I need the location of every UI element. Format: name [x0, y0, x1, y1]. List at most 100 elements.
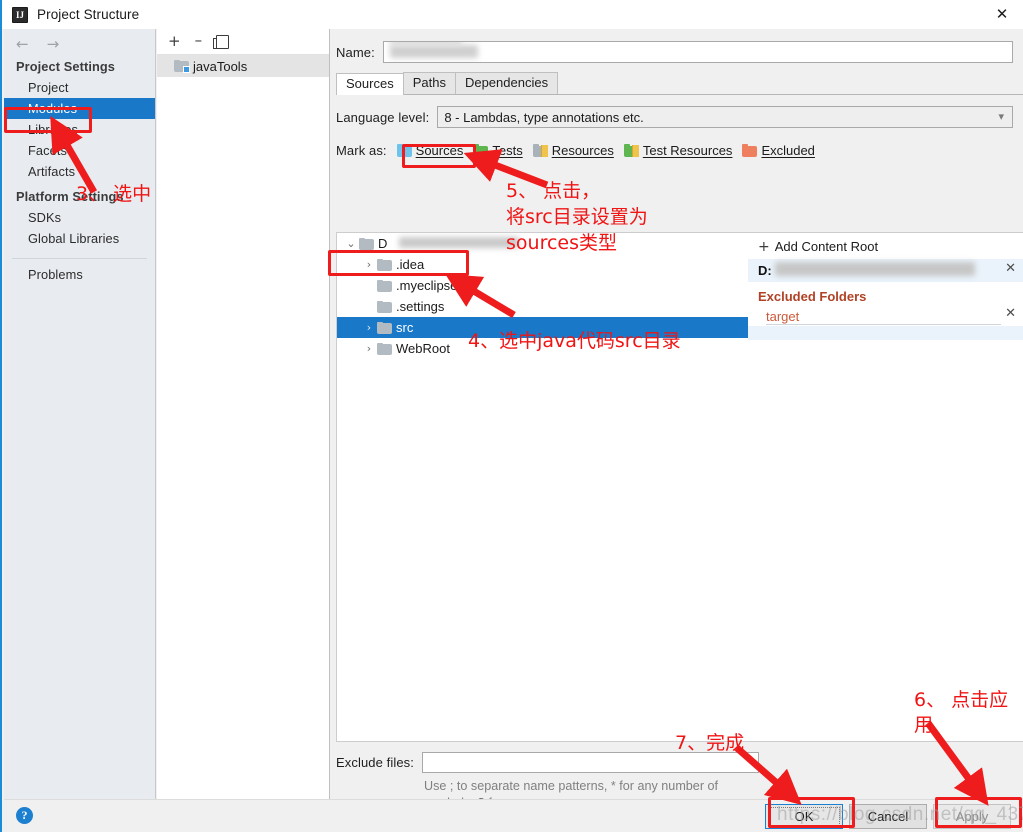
language-level-label: Language level:	[336, 109, 430, 125]
chevron-down-icon: ▾	[998, 110, 1004, 123]
sidebar-group-project-settings: Project Settings	[16, 59, 116, 74]
window-title: Project Structure	[37, 7, 140, 22]
remove-content-root-icon[interactable]: ✕	[1005, 262, 1016, 275]
tree-row-myeclipse[interactable]: .myeclipse	[337, 275, 748, 296]
tree-row-label: WebRoot	[396, 341, 450, 356]
intellij-idea-icon	[12, 6, 28, 23]
close-icon[interactable]: ✕	[979, 0, 1023, 29]
sidebar-item-sdks[interactable]: SDKs	[4, 207, 155, 228]
redacted-name-value	[389, 45, 478, 58]
tree-row-idea[interactable]: › .idea	[337, 254, 748, 275]
folder-icon	[377, 279, 392, 292]
mark-as-label: Mark as:	[336, 142, 387, 158]
content-roots-area: ⌄ D › .idea .myeclipse .settings › src ›…	[336, 232, 1023, 742]
expander-icon[interactable]: ›	[361, 342, 377, 355]
mark-as-resources-button[interactable]: Resources	[532, 142, 614, 158]
modules-toolbar: + –	[157, 29, 329, 55]
content-roots-list: + Add Content Root D: ✕ Excluded Folders…	[748, 233, 1023, 742]
exclude-files-label: Exclude files:	[336, 755, 414, 770]
module-name: javaTools	[193, 58, 248, 74]
sources-tab-body: Language level: 8 - Lambdas, type annota…	[336, 95, 1023, 810]
content-root-row[interactable]: D: ✕	[748, 259, 1023, 282]
sources-folder-icon	[396, 143, 412, 157]
folder-icon	[377, 321, 392, 334]
help-icon[interactable]: ?	[16, 807, 33, 824]
remove-module-icon[interactable]: –	[195, 33, 203, 48]
tree-row-label: src	[396, 320, 414, 335]
mark-as-test-resources-label: Test Resources	[642, 142, 733, 158]
copy-module-icon[interactable]	[213, 34, 230, 49]
sidebar-item-problems[interactable]: Problems	[4, 259, 155, 282]
module-folder-icon	[174, 60, 190, 73]
tree-row-label: D	[378, 236, 388, 251]
tests-folder-icon	[473, 143, 489, 157]
module-tabs: Sources Paths Dependencies	[336, 72, 1023, 95]
remove-excluded-folder-icon[interactable]: ✕	[1005, 307, 1016, 320]
mark-as-sources-button[interactable]: Sources	[396, 142, 464, 158]
expander-icon[interactable]: ›	[361, 258, 377, 271]
sidebar-nav: ← →	[4, 29, 155, 52]
resources-folder-icon	[532, 143, 548, 157]
source-folders-tree[interactable]: ⌄ D › .idea .myeclipse .settings › src ›…	[336, 233, 748, 742]
settings-sidebar: ← → Project Settings Project Modules Lib…	[4, 29, 156, 799]
language-level-row: Language level: 8 - Lambdas, type annota…	[336, 95, 1023, 128]
tree-row-settings[interactable]: .settings	[337, 296, 748, 317]
test-resources-folder-icon	[623, 143, 639, 157]
cancel-button[interactable]: Cancel	[849, 804, 927, 829]
mark-as-resources-label: Resources	[551, 142, 614, 158]
title-bar: Project Structure ✕	[2, 0, 1023, 29]
name-input[interactable]	[382, 41, 1013, 63]
tree-row-label: .settings	[396, 299, 445, 314]
language-level-value: 8 - Lambdas, type annotations etc.	[444, 109, 644, 125]
tab-dependencies[interactable]: Dependencies	[454, 72, 559, 94]
exclude-files-row: Exclude files:	[336, 752, 1023, 773]
sidebar-item-facets[interactable]: Facets	[4, 140, 155, 161]
sidebar-item-artifacts[interactable]: Artifacts	[4, 161, 155, 182]
back-arrow-icon[interactable]: ←	[16, 37, 29, 52]
excluded-folder-underline	[766, 324, 1001, 325]
tree-row-label: .myeclipse	[396, 278, 458, 293]
tab-paths[interactable]: Paths	[402, 72, 456, 94]
name-label: Name:	[336, 44, 375, 60]
expander-icon[interactable]: ›	[361, 321, 377, 334]
sidebar-item-global-libraries[interactable]: Global Libraries	[4, 228, 155, 249]
excluded-folder-label: target	[766, 308, 800, 324]
dialog-footer: ? OK Cancel Apply	[4, 799, 1023, 832]
sidebar-item-project[interactable]: Project	[4, 77, 155, 98]
dialog-buttons: OK Cancel Apply	[765, 804, 1011, 829]
add-content-root-button[interactable]: + Add Content Root	[748, 233, 1023, 259]
add-content-root-label: Add Content Root	[774, 239, 879, 254]
exclude-files-input[interactable]	[422, 752, 759, 773]
excluded-folder-row[interactable]: target ✕	[748, 306, 1023, 326]
forward-arrow-icon[interactable]: →	[47, 37, 60, 52]
tree-row-webroot[interactable]: › WebRoot	[337, 338, 748, 359]
excluded-folders-header: Excluded Folders	[758, 289, 867, 304]
modules-list-panel: + – javaTools	[157, 29, 330, 799]
apply-button[interactable]: Apply	[933, 804, 1011, 829]
mark-as-sources-label: Sources	[415, 142, 464, 158]
project-structure-dialog: Project Structure ✕ ← → Project Settings…	[0, 0, 1023, 832]
folder-icon	[377, 300, 392, 313]
tree-row-root[interactable]: ⌄ D	[337, 233, 748, 254]
tree-row-src[interactable]: › src	[337, 317, 748, 338]
module-editor-panel: Name: Sources Paths Dependencies Languag…	[331, 29, 1023, 810]
ok-button[interactable]: OK	[765, 804, 843, 829]
module-list-item[interactable]: javaTools	[157, 55, 329, 77]
sidebar-group-platform-settings: Platform Settings	[16, 189, 124, 204]
folder-icon	[377, 342, 392, 355]
expander-icon[interactable]: ⌄	[343, 237, 359, 250]
mark-as-excluded-button[interactable]: Excluded	[742, 142, 815, 158]
content-roots-filler	[748, 326, 1023, 340]
add-module-icon[interactable]: +	[168, 34, 181, 49]
sidebar-item-libraries[interactable]: Libraries	[4, 119, 155, 140]
excluded-folder-icon	[742, 143, 758, 157]
mark-as-excluded-label: Excluded	[761, 142, 815, 158]
mark-as-tests-button[interactable]: Tests	[473, 143, 523, 158]
plus-icon: +	[758, 238, 770, 255]
redacted-root-path	[399, 237, 519, 248]
tab-sources[interactable]: Sources	[336, 73, 404, 95]
sidebar-item-modules[interactable]: Modules	[4, 98, 155, 119]
mark-as-test-resources-button[interactable]: Test Resources	[623, 142, 733, 158]
language-level-select[interactable]: 8 - Lambdas, type annotations etc. ▾	[437, 106, 1013, 128]
tree-row-label: .idea	[396, 257, 425, 272]
